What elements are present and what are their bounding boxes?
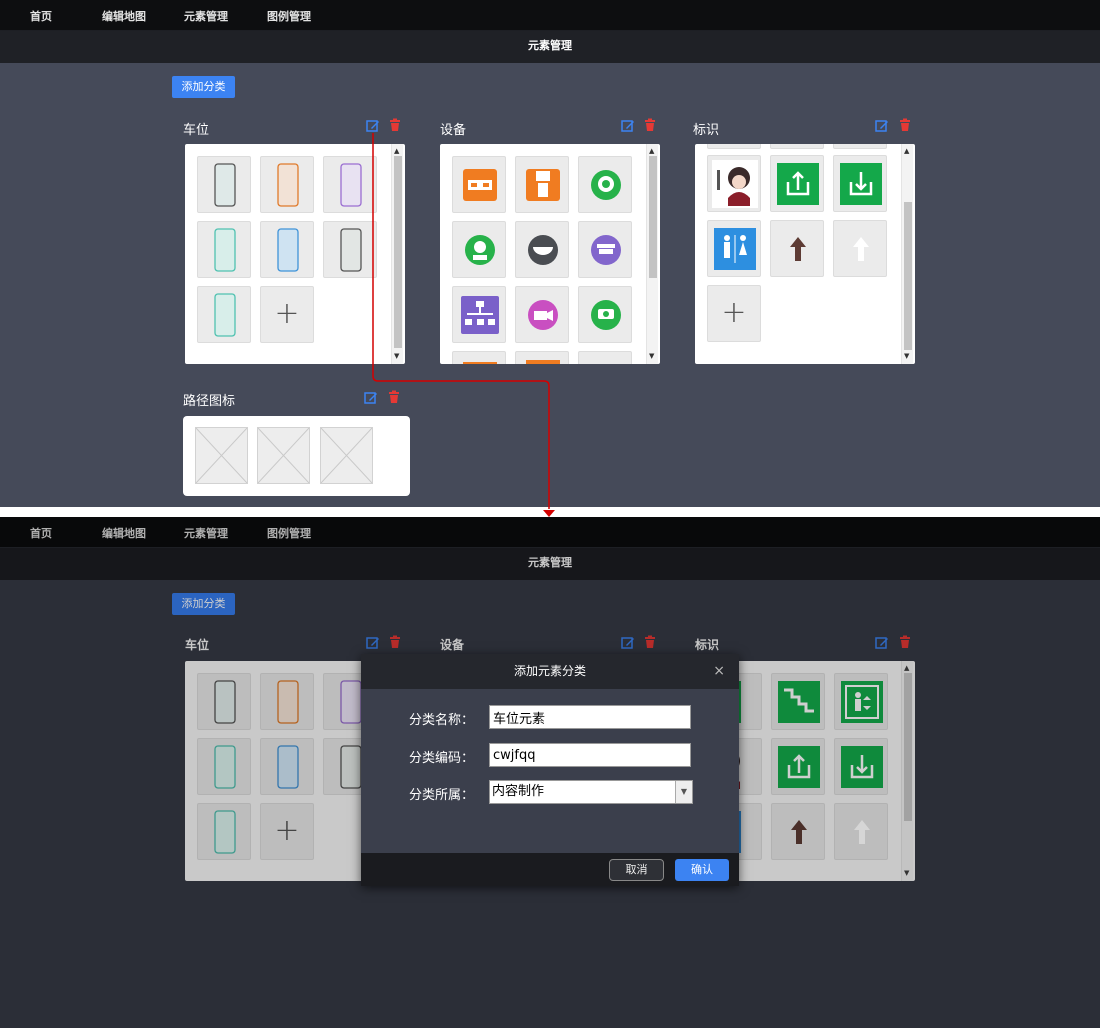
annotation-arrow bbox=[372, 133, 555, 517]
